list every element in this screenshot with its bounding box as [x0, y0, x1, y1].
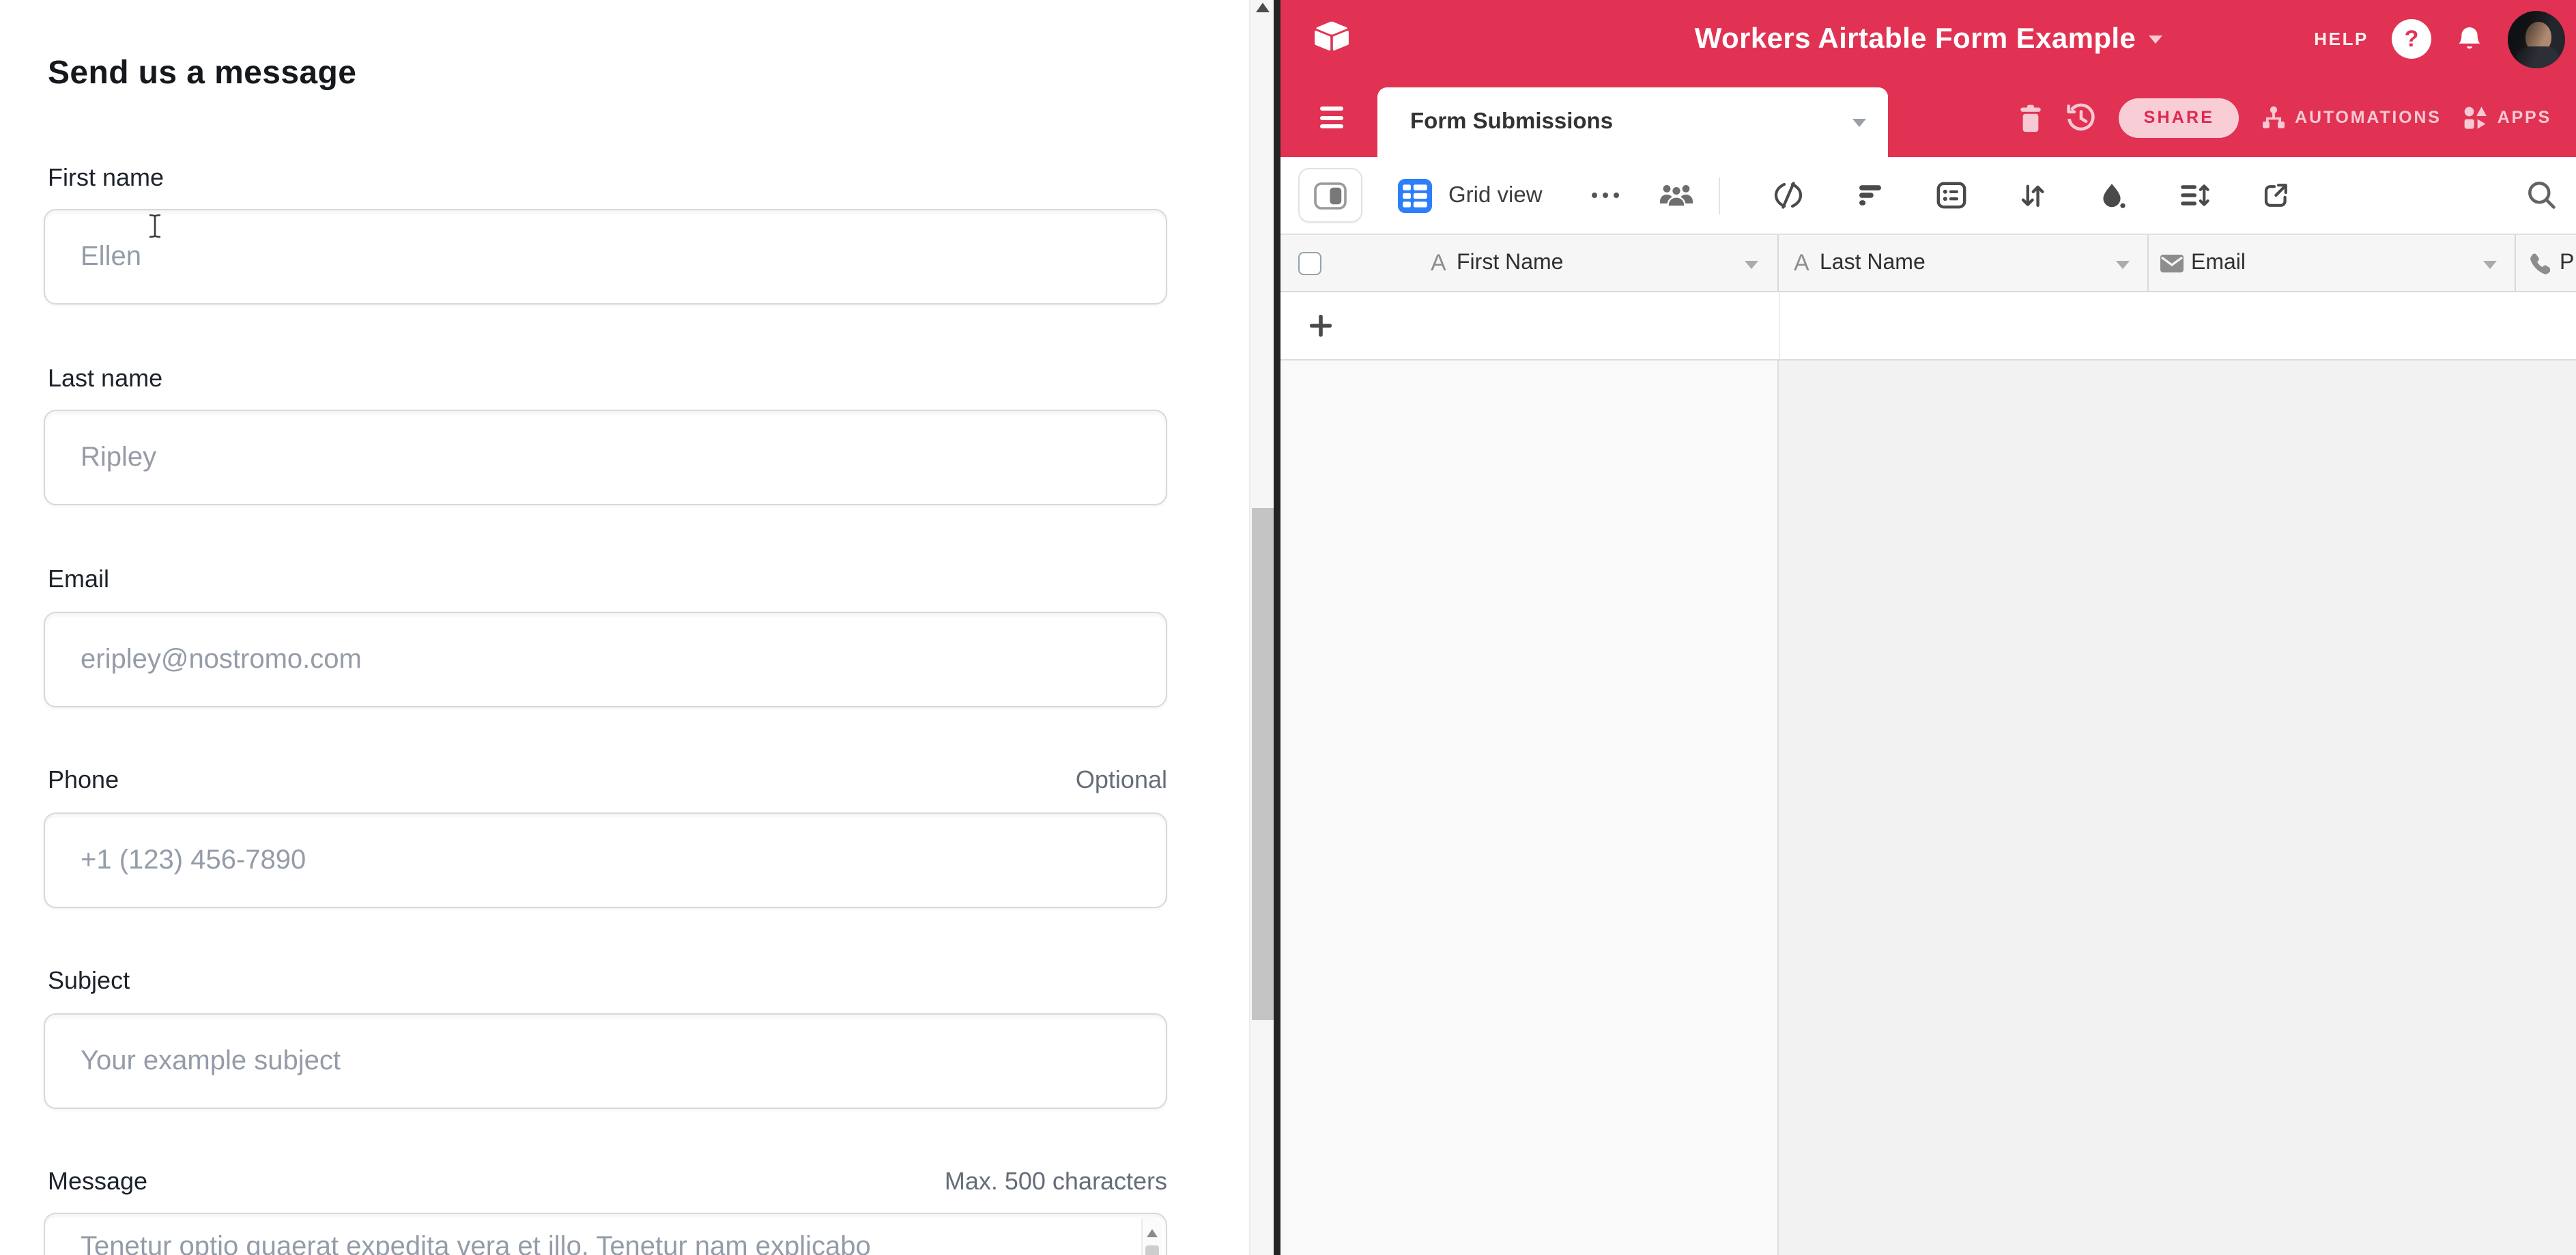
plus-icon: [1306, 311, 1335, 340]
history-icon[interactable]: [2066, 102, 2098, 133]
hide-fields-icon: [1772, 180, 1805, 210]
apps-button[interactable]: APPS: [2463, 104, 2551, 130]
page-scrollbar-thumb[interactable]: [1252, 508, 1274, 1020]
view-toolbar: Grid view: [1280, 157, 2576, 234]
email-label: Email: [48, 565, 109, 594]
chevron-down-icon: [2483, 260, 2497, 268]
column-label: Last Name: [1820, 251, 1926, 275]
phone-optional-hint: Optional: [1076, 766, 1167, 795]
automations-icon: [2261, 104, 2287, 130]
row-height-button[interactable]: [2179, 182, 2210, 209]
chevron-down-icon: [2116, 260, 2130, 268]
column-header-phone[interactable]: P: [2516, 235, 2576, 291]
form-heading: Send us a message: [48, 55, 356, 93]
column-header-last-name[interactable]: A Last Name: [1779, 235, 2149, 291]
share-view-button[interactable]: [2262, 182, 2289, 209]
page-scrollbar[interactable]: [1249, 0, 1274, 1255]
column-divider: [1779, 292, 1780, 359]
subject-label: Subject: [48, 967, 130, 996]
email-input[interactable]: [44, 612, 1167, 707]
hide-fields-button[interactable]: [1772, 180, 1805, 210]
tab-form-submissions[interactable]: Form Submissions: [1377, 87, 1888, 157]
ellipsis-icon[interactable]: [1592, 193, 1619, 198]
chevron-down-icon: [1745, 260, 1758, 268]
table-name: Form Submissions: [1410, 109, 1613, 135]
first-name-input[interactable]: [44, 209, 1167, 305]
group-button[interactable]: [1936, 182, 1967, 209]
group-icon: [1936, 182, 1967, 209]
text-field-icon: A: [1794, 249, 1809, 277]
help-button[interactable]: HELP: [2314, 29, 2369, 49]
text-field-icon: A: [1431, 249, 1446, 277]
grid-empty-left: [1280, 361, 1779, 1255]
message-scrollbar[interactable]: [1141, 1218, 1162, 1255]
first-name-label: First name: [48, 164, 164, 193]
sidebar-toggle-button[interactable]: [1298, 168, 1362, 223]
last-name-label: Last name: [48, 365, 162, 393]
envelope-icon: [2160, 253, 2184, 272]
grid-view-icon[interactable]: [1398, 178, 1432, 212]
airtable-window: Workers Airtable Form Example HELP ? For…: [1280, 0, 2576, 1255]
last-name-input[interactable]: [44, 410, 1167, 505]
grid-header-row: A First Name A Last Name Email: [1280, 234, 2576, 292]
chevron-down-icon: [2148, 35, 2162, 43]
message-textarea[interactable]: Tenetur optio quaerat expedita vera et i…: [44, 1213, 1167, 1255]
add-row[interactable]: [1280, 292, 2576, 361]
screen: Send us a message First name Last name E…: [0, 0, 2576, 1255]
sort-button[interactable]: [2019, 181, 2046, 210]
filter-button[interactable]: [1857, 182, 1884, 209]
question-icon[interactable]: ?: [2392, 19, 2431, 59]
message-placeholder: Tenetur optio quaerat expedita vera et i…: [81, 1232, 1130, 1255]
message-label: Message: [48, 1168, 147, 1196]
phone-label: Phone: [48, 766, 119, 795]
contact-form-pane: Send us a message First name Last name E…: [0, 0, 1249, 1255]
share-button[interactable]: SHARE: [2119, 98, 2239, 137]
apps-icon: [2463, 104, 2489, 130]
color-button[interactable]: [2098, 181, 2127, 210]
subject-input[interactable]: [44, 1013, 1167, 1109]
column-label: Email: [2191, 251, 2246, 275]
trash-icon[interactable]: [2018, 103, 2044, 132]
color-icon: [2098, 181, 2127, 210]
message-scrollbar-thumb[interactable]: [1145, 1245, 1159, 1255]
menu-icon[interactable]: [1320, 107, 1343, 128]
avatar[interactable]: [2508, 10, 2565, 68]
column-header-email[interactable]: Email: [2149, 235, 2516, 291]
chevron-down-icon: [1852, 118, 1866, 126]
scrollbar-up-arrow-icon[interactable]: [1256, 3, 1270, 12]
window-divider: [1274, 0, 1280, 1255]
sidebar-toggle-icon: [1313, 181, 1347, 210]
table-tabbar: Form Submissions SHARE: [1280, 78, 2576, 157]
airtable-topbar: Workers Airtable Form Example HELP ?: [1280, 0, 2576, 78]
column-label: P: [2560, 251, 2574, 275]
toolbar-divider: [1719, 177, 1720, 214]
text-cursor-icon: [147, 213, 162, 239]
share-view-icon: [2262, 182, 2289, 209]
base-title: Workers Airtable Form Example: [1695, 23, 2136, 55]
grid-empty-area: [1280, 361, 2576, 1255]
phone-icon: [2527, 251, 2550, 274]
select-all-checkbox[interactable]: [1298, 251, 1321, 274]
message-max-hint: Max. 500 characters: [945, 1168, 1167, 1196]
search-icon[interactable]: [2525, 179, 2558, 212]
column-header-first-name[interactable]: A First Name: [1280, 235, 1779, 291]
filter-icon: [1857, 182, 1884, 209]
phone-input[interactable]: [44, 813, 1167, 908]
automations-button[interactable]: AUTOMATIONS: [2261, 104, 2442, 130]
row-height-icon: [2179, 182, 2210, 209]
collaborators-icon[interactable]: [1659, 182, 1694, 209]
scroll-up-arrow-icon[interactable]: [1147, 1229, 1158, 1237]
view-name[interactable]: Grid view: [1448, 182, 1543, 208]
bell-icon[interactable]: [2455, 24, 2485, 54]
sort-icon: [2019, 181, 2046, 210]
column-label: First Name: [1457, 251, 1563, 275]
